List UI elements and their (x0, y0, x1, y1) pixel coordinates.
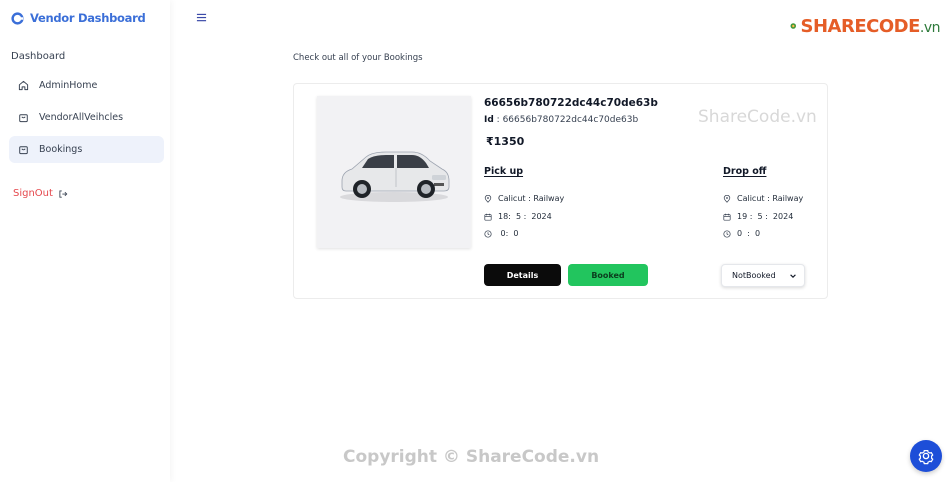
sharecode-logo-icon (790, 23, 797, 29)
brand-logo-icon (11, 11, 24, 25)
booking-id: Id : 66656b780722dc44c70de63b (484, 115, 638, 125)
sidebar-section-label: Dashboard (11, 51, 66, 62)
bag-icon (19, 146, 28, 155)
clock-icon (723, 229, 731, 238)
settings-button[interactable] (910, 440, 942, 472)
sharecode-logo-text: SHARECODE.vn (800, 15, 941, 37)
sidebar-item-adminhome[interactable]: AdminHome (9, 72, 164, 99)
sidebar-item-label: Bookings (39, 144, 83, 155)
sidebar-item-label: VendorAllVeihcles (39, 112, 124, 123)
brand-title: Vendor Dashboard (30, 11, 146, 25)
pickup-heading: Pick up (484, 166, 524, 177)
location-pin-icon (723, 194, 731, 203)
clock-icon (484, 229, 492, 238)
watermark-text: ShareCode.vn (698, 107, 817, 127)
details-button[interactable]: Details (484, 264, 561, 286)
booking-id-value: : 66656b780722dc44c70de63b (496, 115, 639, 125)
dropoff-date: 19 : 5 : 2024 (723, 212, 793, 221)
page-heading: Check out all of your Bookings (293, 53, 423, 63)
booking-id-label: Id (484, 115, 494, 125)
signout-label: SignOut (13, 188, 53, 199)
car-image (317, 96, 471, 248)
watermark-footer: Copyright © ShareCode.vn (343, 447, 600, 467)
location-pin-icon (484, 194, 492, 203)
home-icon (18, 80, 29, 91)
booked-button[interactable]: Booked (568, 264, 648, 286)
chevron-down-icon (790, 273, 796, 278)
logout-icon (59, 189, 68, 198)
calendar-icon (723, 213, 731, 221)
booking-status-select[interactable]: NotBooked (721, 264, 805, 287)
dropoff-location: Calicut : Railway (723, 194, 803, 203)
booking-status-value: NotBooked (732, 271, 776, 280)
sidebar-item-bookings[interactable]: Bookings (9, 136, 164, 163)
car-picture (340, 151, 450, 202)
pickup-location: Calicut : Railway (484, 194, 564, 203)
brand[interactable]: Vendor Dashboard (11, 10, 146, 26)
sidebar-item-vendorallvehicles[interactable]: VendorAllVeihcles (9, 104, 164, 131)
gear-icon (918, 450, 934, 465)
bag-icon (19, 114, 28, 123)
dropoff-time: 0 : 0 (723, 229, 760, 238)
sidebar: Vendor Dashboard Dashboard AdminHome Ven… (0, 0, 170, 482)
sharecode-logo: SHARECODE.vn (790, 10, 941, 42)
sidebar-item-label: AdminHome (39, 80, 98, 91)
pickup-time: 0: 0 (484, 229, 519, 238)
dropoff-heading: Drop off (723, 166, 767, 177)
hamburger-icon[interactable] (196, 12, 207, 23)
booking-title: 66656b780722dc44c70de63b (484, 97, 658, 109)
booking-price: ₹1350 (486, 135, 525, 148)
pickup-date: 18: 5 : 2024 (484, 212, 552, 221)
calendar-icon (484, 213, 492, 221)
signout-button[interactable]: SignOut (13, 188, 68, 199)
